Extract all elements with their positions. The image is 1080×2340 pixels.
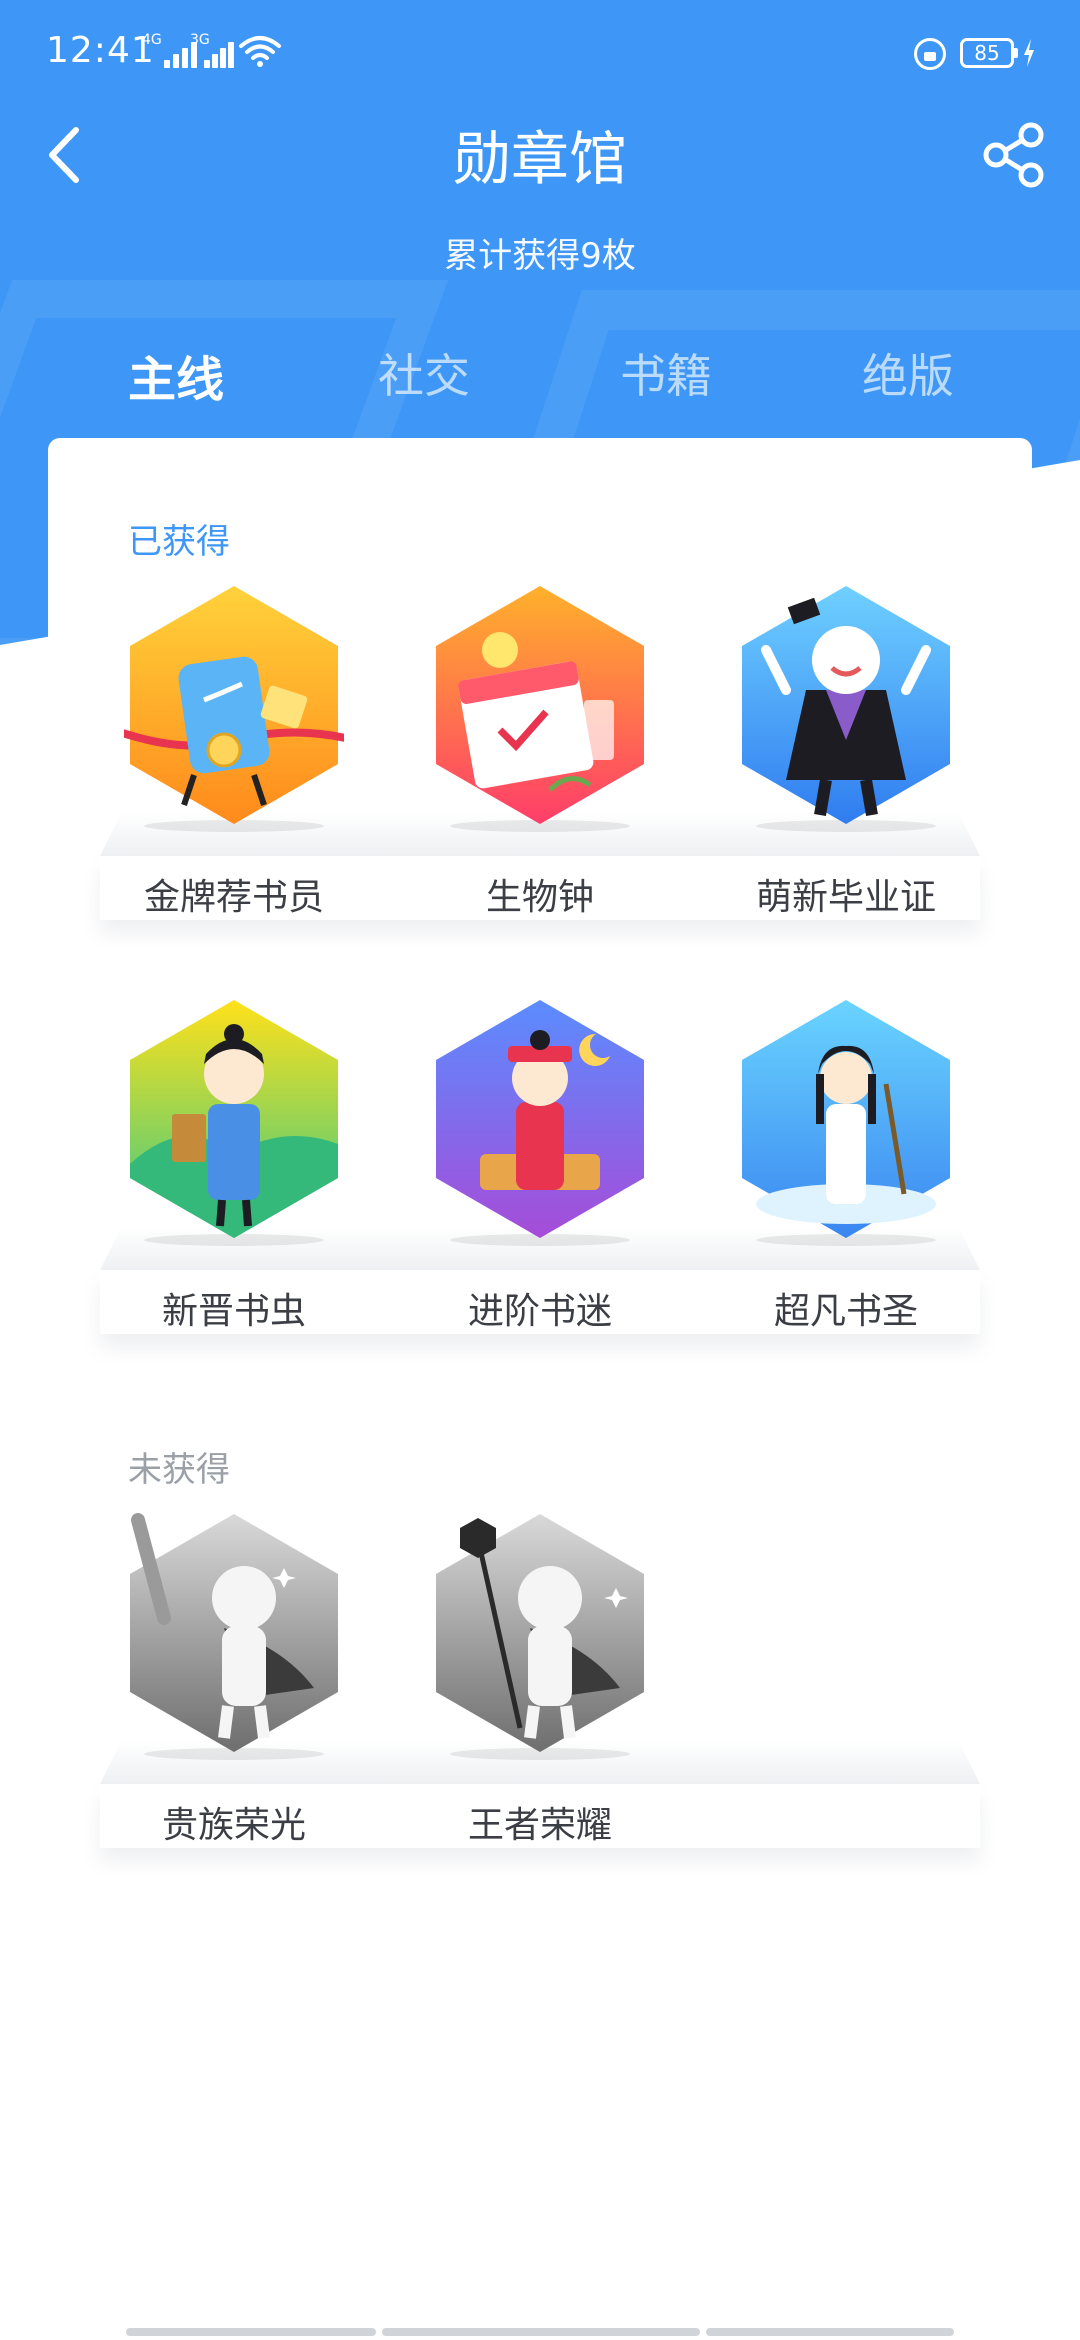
status-time: 12:41 — [46, 30, 155, 71]
network-type-label: 4G — [142, 32, 162, 48]
category-tabs: 主线 社交 书籍 绝版 — [0, 340, 1080, 420]
wifi-icon — [239, 36, 281, 67]
tab-mainline[interactable]: 主线 — [76, 340, 276, 410]
section-title-unearned: 未获得 — [128, 1450, 230, 1490]
tab-social[interactable]: 社交 — [324, 340, 524, 406]
gold-recommender-badge-icon[interactable] — [124, 580, 344, 830]
tab-books[interactable]: 书籍 — [566, 340, 766, 406]
biological-clock-badge-icon[interactable] — [430, 580, 650, 830]
home-indicator — [126, 2328, 376, 2336]
badge-label: 金牌荐书员 — [143, 877, 324, 918]
tab-out-of-print[interactable]: 绝版 — [808, 340, 1008, 406]
noble-glory-badge-icon[interactable] — [124, 1508, 344, 1758]
cellular-signal-icon: 3G — [190, 32, 234, 68]
home-indicator — [706, 2328, 954, 2336]
share-icon[interactable] — [982, 122, 1046, 188]
page-title: 勋章馆 — [452, 125, 627, 193]
battery-icon: 85 — [960, 38, 1014, 68]
advanced-book-fan-badge-icon[interactable] — [430, 994, 650, 1244]
section-title-earned: 已获得 — [128, 522, 230, 562]
badge-label: 新晋书虫 — [161, 1291, 306, 1332]
charging-icon — [1024, 39, 1034, 67]
newbie-graduate-badge-icon[interactable] — [736, 580, 956, 830]
badge-label: 生物钟 — [485, 877, 594, 918]
badge-label: 贵族荣光 — [161, 1805, 306, 1846]
badge-count-summary: 累计获得9枚 — [444, 236, 636, 276]
badge-label: 超凡书圣 — [773, 1291, 918, 1332]
badge-label: 王者荣耀 — [467, 1805, 612, 1846]
status-bar: 12:41 4G 3G 85 — [0, 0, 1080, 110]
badge-label: 萌新毕业证 — [755, 877, 936, 918]
rotation-lock-icon — [914, 38, 946, 70]
battery-tip — [1014, 48, 1018, 58]
home-indicator — [382, 2328, 700, 2336]
king-glory-badge-icon[interactable] — [430, 1508, 650, 1758]
badge-label: 进阶书迷 — [467, 1291, 612, 1332]
book-sage-badge-icon[interactable] — [736, 994, 956, 1244]
new-bookworm-badge-icon[interactable] — [124, 994, 344, 1244]
